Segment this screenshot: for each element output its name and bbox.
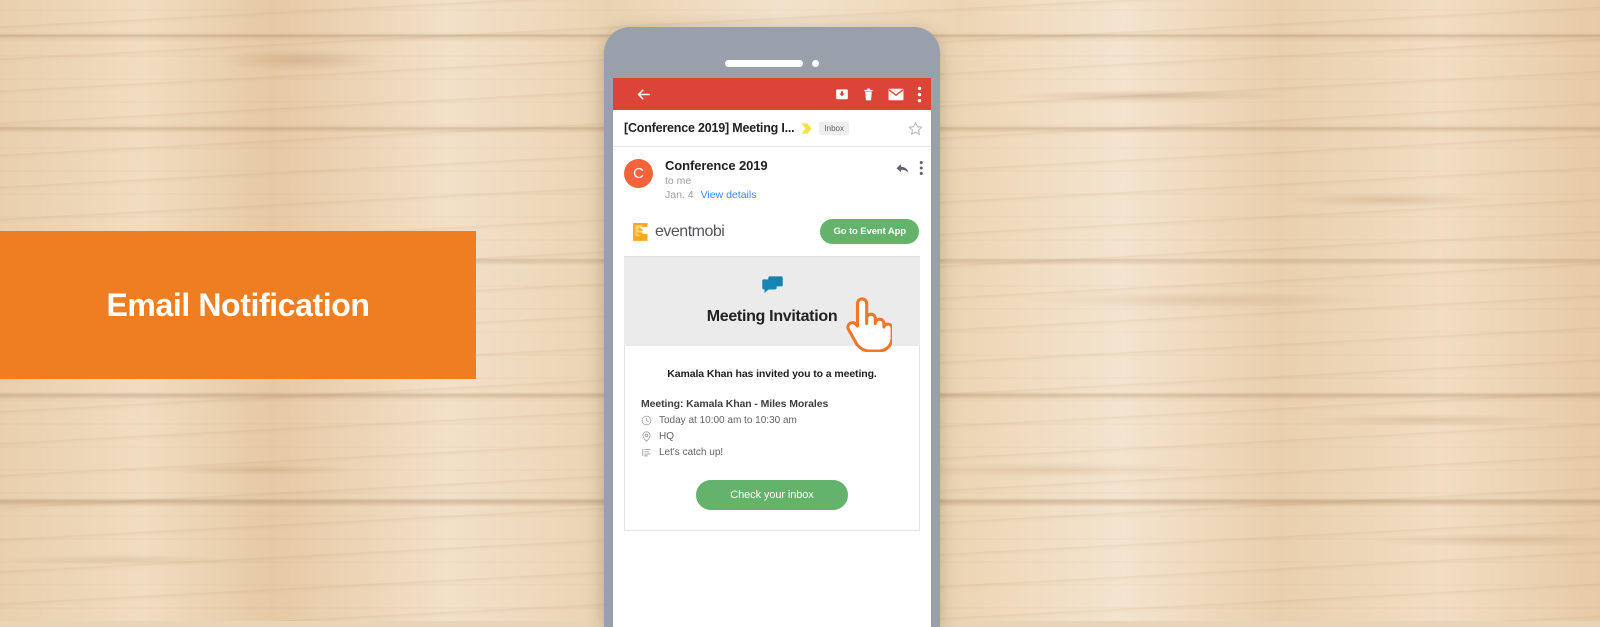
go-to-event-app-button[interactable]: Go to Event App (820, 219, 919, 244)
meeting-time-text: Today at 10:00 am to 10:30 am (659, 415, 797, 426)
gmail-toolbar (613, 78, 931, 110)
mail-envelope-icon[interactable] (888, 88, 904, 101)
sender-info: Conference 2019 to me Jan. 4 View detail… (665, 158, 895, 202)
sender-meta-row: Jan. 4 View details (665, 188, 895, 202)
inbox-label-chip[interactable]: Inbox (819, 121, 850, 135)
phone-camera-icon (812, 59, 819, 67)
message-overflow-menu-icon[interactable] (919, 160, 924, 176)
email-body: eventmobi Go to Event App Meeting Invita… (613, 212, 931, 531)
phone-speaker-area (604, 58, 940, 68)
email-brand-row: eventmobi Go to Event App (613, 212, 931, 256)
view-details-link[interactable]: View details (701, 188, 757, 202)
email-sender-row: C Conference 2019 to me Jan. 4 View deta… (613, 147, 931, 212)
eventmobi-logo-text: eventmobi (655, 222, 725, 240)
phone-screen: [Conference 2019] Meeting I... Inbox C C… (613, 78, 931, 627)
back-arrow-icon[interactable] (635, 86, 652, 103)
phone-device-frame: [Conference 2019] Meeting I... Inbox C C… (604, 27, 940, 627)
meeting-description-row: Let's catch up! (641, 447, 903, 458)
banner-title: Email Notification (106, 286, 370, 323)
phone-speaker-icon (725, 59, 803, 67)
meeting-title-text: Meeting: Kamala Khan - Miles Morales (641, 398, 829, 410)
clock-icon (641, 415, 652, 426)
meeting-invitation-card: Kamala Khan has invited you to a meeting… (624, 346, 920, 531)
email-subject-row: [Conference 2019] Meeting I... Inbox (613, 110, 931, 147)
reply-arrow-icon[interactable] (895, 161, 910, 176)
email-notification-banner: Email Notification (0, 231, 476, 379)
invitation-lead-text: Kamala Khan has invited you to a meeting… (667, 368, 877, 380)
importance-marker-icon[interactable] (800, 122, 813, 135)
meeting-time-row: Today at 10:00 am to 10:30 am (641, 415, 903, 426)
eventmobi-logo-mark-icon (633, 222, 648, 241)
location-pin-icon (642, 431, 651, 442)
meeting-location-row: HQ (641, 431, 903, 442)
meeting-invitation-title: Meeting Invitation (706, 308, 838, 325)
description-icon (642, 448, 651, 457)
email-date: Jan. 4 (665, 189, 694, 201)
sender-actions (895, 160, 924, 176)
chat-bubbles-icon (761, 276, 783, 294)
star-icon[interactable] (908, 121, 923, 136)
sender-name: Conference 2019 (665, 158, 768, 173)
archive-icon[interactable] (835, 87, 849, 101)
meeting-description-text: Let's catch up! (659, 447, 724, 458)
meeting-location-text: HQ (659, 431, 674, 442)
overflow-menu-icon[interactable] (917, 86, 922, 103)
email-subject-text: [Conference 2019] Meeting I... (624, 121, 795, 135)
inbox-button-container: Check your inbox (641, 480, 903, 510)
eventmobi-logo: eventmobi (631, 222, 725, 242)
meeting-invitation-header: Meeting Invitation (624, 256, 920, 346)
check-your-inbox-button[interactable]: Check your inbox (696, 480, 848, 510)
sender-recipient: to me (665, 175, 692, 187)
sender-avatar: C (624, 159, 653, 188)
trash-icon[interactable] (862, 87, 875, 102)
